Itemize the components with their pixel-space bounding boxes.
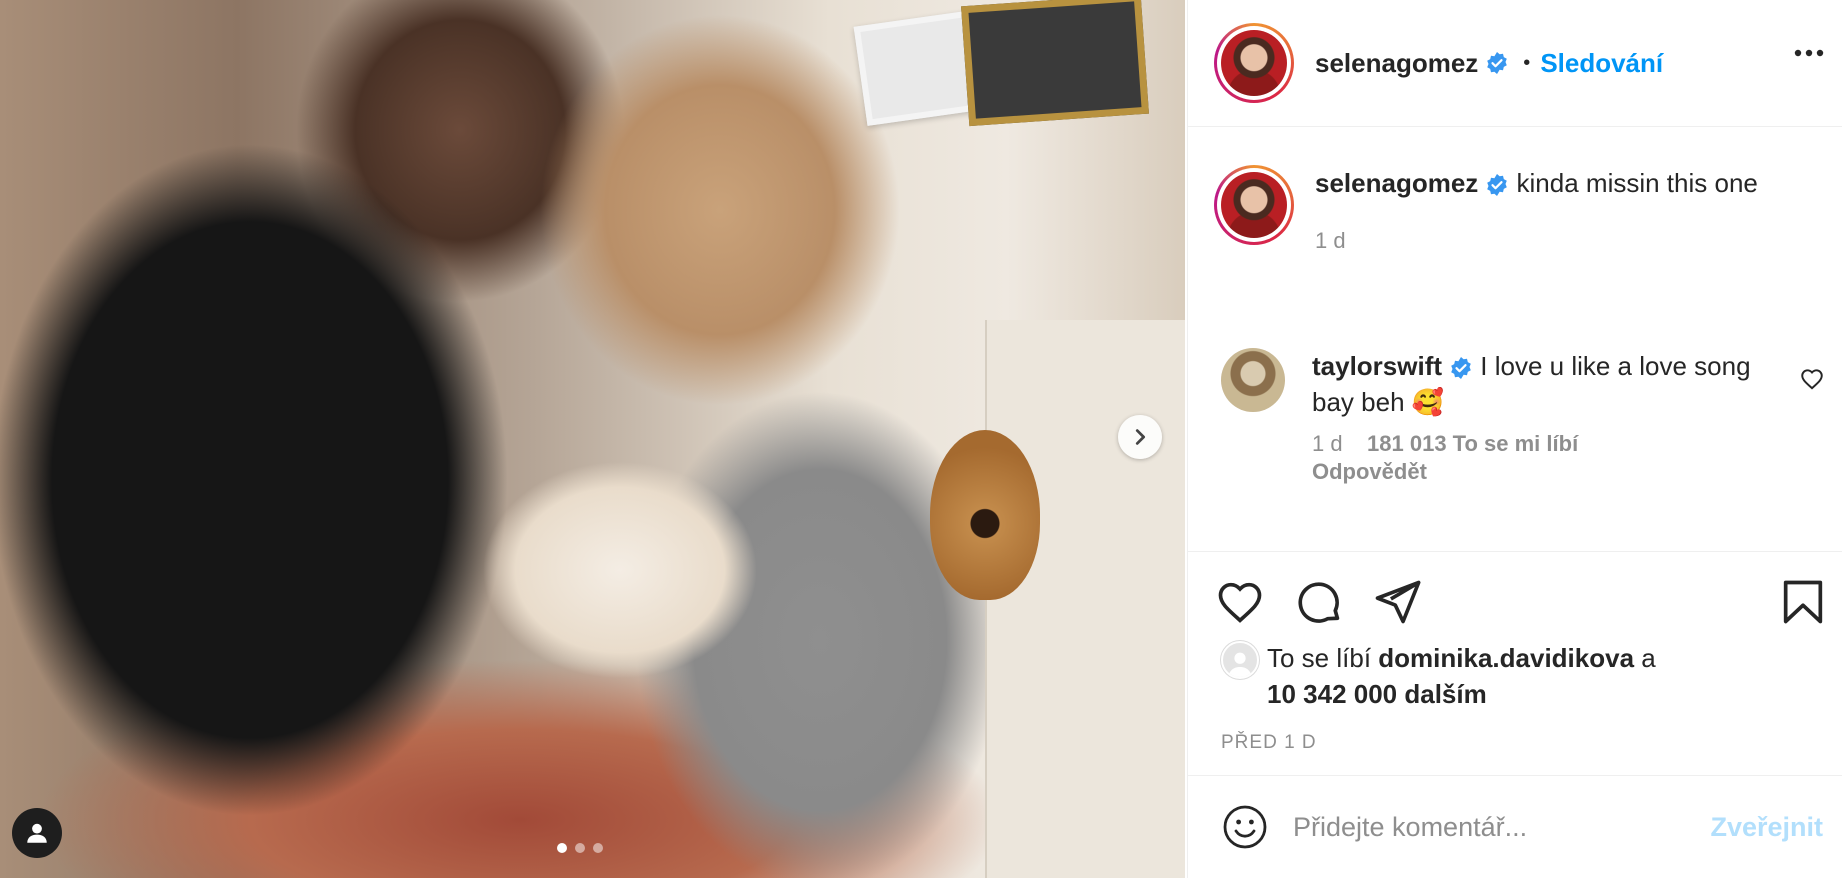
liker-avatar[interactable] <box>1221 641 1259 679</box>
user-placeholder-icon <box>1228 652 1252 677</box>
comment-item: taylorswift I love u like a love song ba… <box>1221 348 1823 486</box>
following-button[interactable]: Sledování <box>1540 48 1663 79</box>
comment-timestamp[interactable]: 1 d <box>1312 431 1343 456</box>
comment-like-heart-icon[interactable] <box>1799 366 1825 392</box>
verified-badge-icon <box>1487 52 1508 74</box>
user-icon <box>27 823 47 843</box>
carousel-dot <box>575 843 585 853</box>
likes-prefix: To se líbí <box>1267 643 1372 673</box>
post-comment-button[interactable]: Zveřejnit <box>1710 812 1823 843</box>
comment-input[interactable] <box>1293 811 1673 843</box>
caption-timestamp[interactable]: 1 d <box>1315 228 1346 253</box>
post-header: selenagomez • Sledování <box>1188 0 1842 127</box>
caption-author-avatar[interactable] <box>1214 165 1294 245</box>
likes-count[interactable]: 10 342 000 dalším <box>1267 679 1487 709</box>
verified-badge-icon <box>1451 357 1471 380</box>
comment-likes-count[interactable]: 181 013 To se mi líbí <box>1367 431 1578 456</box>
caption-text: kinda missin this one <box>1516 168 1758 198</box>
guitar-decor <box>930 430 1040 600</box>
likes-conjunction: a <box>1641 643 1656 673</box>
likes-summary: To se líbí dominika.davidikova a 10 342 … <box>1221 640 1781 712</box>
post-actions <box>1188 551 1842 651</box>
add-comment-bar: Zveřejnit <box>1188 775 1842 878</box>
commenter-avatar[interactable] <box>1221 348 1285 412</box>
author-avatar[interactable] <box>1214 23 1294 103</box>
like-heart-icon[interactable] <box>1214 576 1266 628</box>
carousel-indicator <box>557 843 603 853</box>
post-photo[interactable] <box>0 0 1185 878</box>
post-timestamp[interactable]: PŘED 1 D <box>1221 732 1317 754</box>
photo-frame-decor <box>961 0 1149 127</box>
carousel-dot <box>557 843 567 853</box>
comment-reply-button[interactable]: Odpovědět <box>1312 459 1427 484</box>
save-bookmark-icon[interactable] <box>1777 576 1829 628</box>
commenter-username[interactable]: taylorswift <box>1312 351 1442 381</box>
tagged-users-button[interactable] <box>12 808 62 858</box>
carousel-next-button[interactable] <box>1118 415 1162 459</box>
carousel-dot <box>593 843 603 853</box>
comment-bubble-icon[interactable] <box>1293 576 1345 628</box>
share-send-icon[interactable] <box>1371 576 1423 628</box>
post-side-panel: selenagomez • Sledování selenagomez kind… <box>1187 0 1842 878</box>
more-options-icon[interactable] <box>1793 48 1825 58</box>
header-separator: • <box>1523 51 1531 74</box>
emoji-smiley-icon[interactable] <box>1221 803 1269 851</box>
cabinet-decor <box>985 320 1185 878</box>
caption-author-username[interactable]: selenagomez <box>1315 168 1478 198</box>
author-username[interactable]: selenagomez <box>1315 48 1478 79</box>
post-caption: selenagomez kinda missin this one 1 d <box>1214 165 1814 259</box>
comment-meta: 1 d 181 013 To se mi líbí Odpovědět <box>1312 430 1782 486</box>
likes-username[interactable]: dominika.davidikova <box>1378 643 1634 673</box>
verified-badge-icon <box>1487 174 1508 197</box>
chevron-right-icon <box>1135 429 1146 445</box>
